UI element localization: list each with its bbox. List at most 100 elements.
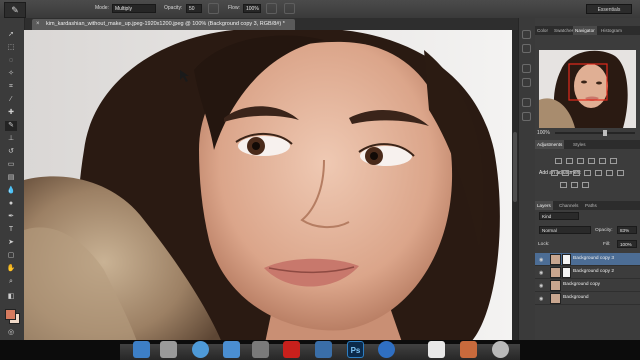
layer-row[interactable]: ◉ Background — [535, 292, 640, 305]
selective-color-adjust-icon[interactable] — [582, 182, 589, 188]
workspace-switcher[interactable]: Essentials — [586, 4, 632, 14]
dodge-tool-icon[interactable]: ● — [5, 199, 17, 209]
navigator-zoom-value[interactable]: 100% — [537, 130, 550, 136]
posterize-adjust-icon[interactable] — [617, 170, 624, 176]
eyedropper-tool-icon[interactable]: ⁄ — [5, 95, 17, 105]
tab-paths[interactable]: Paths — [583, 201, 599, 210]
visibility-eye-icon[interactable]: ◉ — [539, 257, 543, 263]
quick-select-tool-icon[interactable]: ✧ — [5, 69, 17, 79]
navigator-thumbnail[interactable] — [539, 50, 636, 128]
brightness-adjust-icon[interactable] — [555, 158, 562, 164]
finder-icon[interactable] — [133, 341, 150, 358]
document-icon[interactable] — [428, 341, 445, 358]
brush-preset-picker-icon[interactable]: ✎ — [4, 2, 26, 18]
close-tab-icon[interactable]: × — [36, 19, 40, 30]
zoom-slider-knob[interactable] — [603, 130, 607, 136]
levels-adjust-icon[interactable] — [566, 158, 573, 164]
quick-mask-icon[interactable]: ◎ — [5, 328, 17, 338]
crop-tool-icon[interactable]: ⌗ — [5, 82, 17, 92]
eraser-tool-icon[interactable]: ▭ — [5, 160, 17, 170]
pressure-size-icon[interactable] — [284, 3, 295, 14]
layer-row[interactable]: ◉ Background copy 2 — [535, 266, 640, 279]
tab-color[interactable]: Color — [535, 26, 550, 35]
clone-source-panel-icon[interactable] — [522, 78, 531, 87]
visibility-eye-icon[interactable]: ◉ — [539, 296, 543, 302]
zoom-tool-icon[interactable]: ⌕ — [5, 277, 17, 287]
history-panel-icon[interactable] — [522, 30, 531, 39]
channel-mixer-adjust-icon[interactable] — [584, 170, 591, 176]
app-store-icon[interactable] — [378, 341, 395, 358]
tab-styles[interactable]: Styles — [571, 140, 588, 149]
hand-tool-icon[interactable]: ✋ — [5, 264, 17, 274]
default-colors-icon[interactable]: ◧ — [5, 292, 17, 302]
exposure-adjust-icon[interactable] — [588, 158, 595, 164]
visibility-eye-icon[interactable]: ◉ — [539, 270, 543, 276]
trash-icon[interactable] — [492, 341, 509, 358]
visibility-eye-icon[interactable]: ◉ — [539, 283, 543, 289]
lasso-tool-icon[interactable]: ◌ — [5, 56, 17, 66]
layer-thumbnail — [550, 254, 561, 265]
app-red-icon[interactable] — [283, 341, 300, 358]
app-chart-icon[interactable] — [315, 341, 332, 358]
layer-name[interactable]: Background — [563, 295, 589, 300]
type-tool-icon[interactable]: T — [5, 225, 17, 235]
system-preferences-icon[interactable] — [252, 341, 269, 358]
flow-field[interactable]: 100% — [243, 4, 261, 13]
move-tool-icon[interactable]: ➚ — [5, 30, 17, 40]
layer-opacity-field[interactable]: 83% — [617, 226, 637, 234]
marquee-tool-icon[interactable]: ⬚ — [5, 43, 17, 53]
path-select-tool-icon[interactable]: ➤ — [5, 238, 17, 248]
layer-name[interactable]: Background copy 2 — [573, 269, 614, 274]
hue-saturation-adjust-icon[interactable] — [610, 158, 617, 164]
launchpad-icon[interactable] — [160, 341, 177, 358]
opacity-field[interactable]: 50 — [186, 4, 202, 13]
vibrance-adjust-icon[interactable] — [599, 158, 606, 164]
tab-adjustments[interactable]: Adjustments — [535, 140, 565, 149]
tab-navigator[interactable]: Navigator — [573, 26, 597, 35]
color-balance-adjust-icon[interactable] — [551, 170, 558, 176]
pressure-opacity-icon[interactable] — [208, 3, 219, 14]
healing-brush-tool-icon[interactable]: ✚ — [5, 108, 17, 118]
layer-mask-thumbnail — [562, 267, 571, 278]
curves-adjust-icon[interactable] — [577, 158, 584, 164]
blur-tool-icon[interactable]: 💧 — [5, 186, 17, 196]
invert-adjust-icon[interactable] — [606, 170, 613, 176]
layer-row[interactable]: ◉ Background copy — [535, 279, 640, 292]
layer-name[interactable]: Background copy 3 — [573, 256, 614, 261]
history-brush-tool-icon[interactable]: ↺ — [5, 147, 17, 157]
mail-icon[interactable] — [223, 341, 240, 358]
tab-layers[interactable]: Layers — [535, 201, 553, 210]
gradient-tool-icon[interactable]: ▤ — [5, 173, 17, 183]
foreground-color-swatch[interactable] — [5, 309, 16, 320]
actions-panel-icon[interactable] — [522, 44, 531, 53]
safari-icon[interactable] — [192, 341, 209, 358]
pen-tool-icon[interactable]: ✒ — [5, 212, 17, 222]
paragraph-panel-icon[interactable] — [522, 112, 531, 121]
brush-panel-icon[interactable] — [522, 64, 531, 73]
character-panel-icon[interactable] — [522, 98, 531, 107]
layer-row[interactable]: ◉ Background copy 3 — [535, 253, 640, 266]
mode-dropdown[interactable]: Multiply — [112, 4, 156, 13]
photos-stack-icon[interactable] — [460, 341, 477, 358]
color-lookup-adjust-icon[interactable] — [595, 170, 602, 176]
blend-mode-dropdown[interactable]: Normal — [539, 226, 591, 234]
scrollbar-thumb[interactable] — [513, 132, 517, 202]
brush-tool-icon[interactable]: ✎ — [5, 121, 17, 131]
layer-name[interactable]: Background copy — [563, 282, 600, 287]
navigator-zoom-slider[interactable] — [555, 130, 635, 136]
fill-field[interactable]: 100% — [617, 240, 637, 248]
document-tab[interactable]: × kim_kardashian_without_make_up.jpeg-19… — [32, 19, 295, 30]
tab-histogram[interactable]: Histogram — [599, 26, 624, 35]
layer-filter-dropdown[interactable]: Kind — [539, 212, 579, 220]
airbrush-icon[interactable] — [266, 3, 277, 14]
tab-channels[interactable]: Channels — [557, 201, 580, 210]
threshold-adjust-icon[interactable] — [560, 182, 567, 188]
clone-stamp-tool-icon[interactable]: ⊥ — [5, 134, 17, 144]
photo-filter-adjust-icon[interactable] — [573, 170, 580, 176]
gradient-map-adjust-icon[interactable] — [571, 182, 578, 188]
document-canvas[interactable] — [24, 30, 512, 348]
photoshop-icon[interactable]: Ps — [347, 341, 364, 358]
shape-tool-icon[interactable]: ▢ — [5, 251, 17, 261]
panel-icon-strip — [518, 18, 536, 340]
black-white-adjust-icon[interactable] — [562, 170, 569, 176]
